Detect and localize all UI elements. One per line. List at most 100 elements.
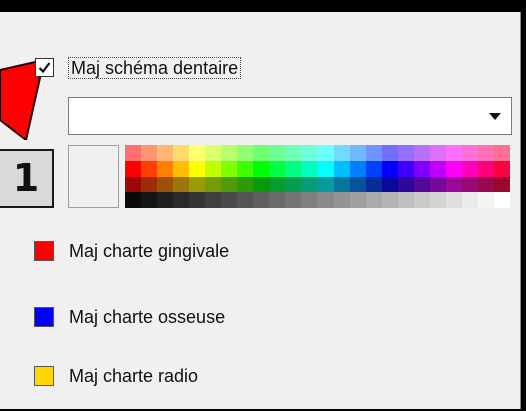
palette-swatch[interactable] — [189, 192, 206, 208]
palette-swatch[interactable] — [445, 192, 462, 208]
palette-swatch[interactable] — [317, 160, 334, 177]
palette-swatch[interactable] — [269, 192, 286, 208]
color-palette[interactable] — [125, 145, 510, 208]
palette-swatch[interactable] — [269, 176, 286, 193]
palette-swatch[interactable] — [157, 145, 174, 161]
palette-swatch[interactable] — [365, 160, 382, 177]
palette-swatch[interactable] — [493, 176, 510, 193]
palette-swatch[interactable] — [237, 176, 254, 193]
palette-swatch[interactable] — [381, 192, 398, 208]
palette-swatch[interactable] — [493, 192, 510, 208]
palette-swatch[interactable] — [205, 145, 222, 161]
palette-swatch[interactable] — [301, 192, 318, 208]
schema-checkbox[interactable] — [35, 58, 54, 77]
palette-swatch[interactable] — [381, 160, 398, 177]
palette-swatch[interactable] — [285, 176, 302, 193]
color-scheme-combo[interactable] — [68, 97, 512, 135]
palette-swatch[interactable] — [125, 192, 142, 208]
palette-swatch[interactable] — [125, 145, 142, 161]
palette-swatch[interactable] — [349, 160, 366, 177]
palette-swatch[interactable] — [237, 160, 254, 177]
palette-swatch[interactable] — [429, 160, 446, 177]
triangle-down-icon[interactable] — [489, 113, 501, 121]
palette-swatch[interactable] — [301, 145, 318, 161]
palette-swatch[interactable] — [413, 192, 430, 208]
palette-swatch[interactable] — [141, 160, 158, 177]
palette-swatch[interactable] — [333, 160, 350, 177]
palette-swatch[interactable] — [477, 192, 494, 208]
palette-swatch[interactable] — [461, 192, 478, 208]
palette-swatch[interactable] — [269, 145, 286, 161]
palette-swatch[interactable] — [397, 176, 414, 193]
palette-swatch[interactable] — [125, 160, 142, 177]
palette-swatch[interactable] — [381, 176, 398, 193]
palette-swatch[interactable] — [269, 160, 286, 177]
palette-swatch[interactable] — [301, 160, 318, 177]
palette-swatch[interactable] — [397, 145, 414, 161]
palette-swatch[interactable] — [205, 160, 222, 177]
palette-swatch[interactable] — [205, 192, 222, 208]
palette-swatch[interactable] — [333, 192, 350, 208]
palette-swatch[interactable] — [413, 145, 430, 161]
gingival-color-swatch[interactable] — [34, 241, 54, 261]
palette-swatch[interactable] — [285, 160, 302, 177]
palette-swatch[interactable] — [141, 192, 158, 208]
palette-swatch[interactable] — [493, 160, 510, 177]
palette-swatch[interactable] — [173, 192, 190, 208]
palette-swatch[interactable] — [429, 192, 446, 208]
palette-swatch[interactable] — [253, 176, 270, 193]
palette-swatch[interactable] — [237, 192, 254, 208]
palette-swatch[interactable] — [349, 145, 366, 161]
palette-swatch[interactable] — [445, 160, 462, 177]
palette-swatch[interactable] — [189, 145, 206, 161]
palette-swatch[interactable] — [189, 176, 206, 193]
palette-swatch[interactable] — [365, 192, 382, 208]
palette-swatch[interactable] — [333, 145, 350, 161]
palette-swatch[interactable] — [125, 176, 142, 193]
palette-swatch[interactable] — [365, 176, 382, 193]
palette-swatch[interactable] — [173, 176, 190, 193]
palette-swatch[interactable] — [429, 176, 446, 193]
palette-swatch[interactable] — [157, 192, 174, 208]
palette-swatch[interactable] — [445, 145, 462, 161]
palette-swatch[interactable] — [397, 192, 414, 208]
palette-swatch[interactable] — [333, 176, 350, 193]
palette-swatch[interactable] — [141, 145, 158, 161]
palette-swatch[interactable] — [317, 145, 334, 161]
palette-swatch[interactable] — [461, 176, 478, 193]
palette-swatch[interactable] — [413, 176, 430, 193]
palette-swatch[interactable] — [237, 145, 254, 161]
palette-swatch[interactable] — [477, 160, 494, 177]
palette-swatch[interactable] — [221, 176, 238, 193]
palette-swatch[interactable] — [221, 145, 238, 161]
schema-checkbox-label[interactable]: Maj schéma dentaire — [68, 57, 242, 79]
palette-swatch[interactable] — [173, 145, 190, 161]
palette-swatch[interactable] — [381, 145, 398, 161]
palette-swatch[interactable] — [157, 176, 174, 193]
palette-swatch[interactable] — [285, 145, 302, 161]
palette-swatch[interactable] — [221, 192, 238, 208]
palette-swatch[interactable] — [157, 160, 174, 177]
palette-swatch[interactable] — [349, 192, 366, 208]
palette-swatch[interactable] — [253, 192, 270, 208]
palette-swatch[interactable] — [349, 176, 366, 193]
palette-swatch[interactable] — [205, 176, 222, 193]
palette-swatch[interactable] — [397, 160, 414, 177]
palette-swatch[interactable] — [413, 160, 430, 177]
palette-swatch[interactable] — [253, 145, 270, 161]
osseous-color-swatch[interactable] — [34, 307, 54, 327]
palette-swatch[interactable] — [301, 176, 318, 193]
radio-color-swatch[interactable] — [34, 366, 54, 386]
palette-swatch[interactable] — [285, 192, 302, 208]
palette-swatch[interactable] — [477, 176, 494, 193]
palette-swatch[interactable] — [429, 145, 446, 161]
palette-swatch[interactable] — [493, 145, 510, 161]
palette-swatch[interactable] — [221, 160, 238, 177]
palette-swatch[interactable] — [461, 160, 478, 177]
palette-swatch[interactable] — [253, 160, 270, 177]
palette-swatch[interactable] — [317, 176, 334, 193]
palette-swatch[interactable] — [365, 145, 382, 161]
palette-swatch[interactable] — [477, 145, 494, 161]
palette-swatch[interactable] — [141, 176, 158, 193]
palette-swatch[interactable] — [189, 160, 206, 177]
